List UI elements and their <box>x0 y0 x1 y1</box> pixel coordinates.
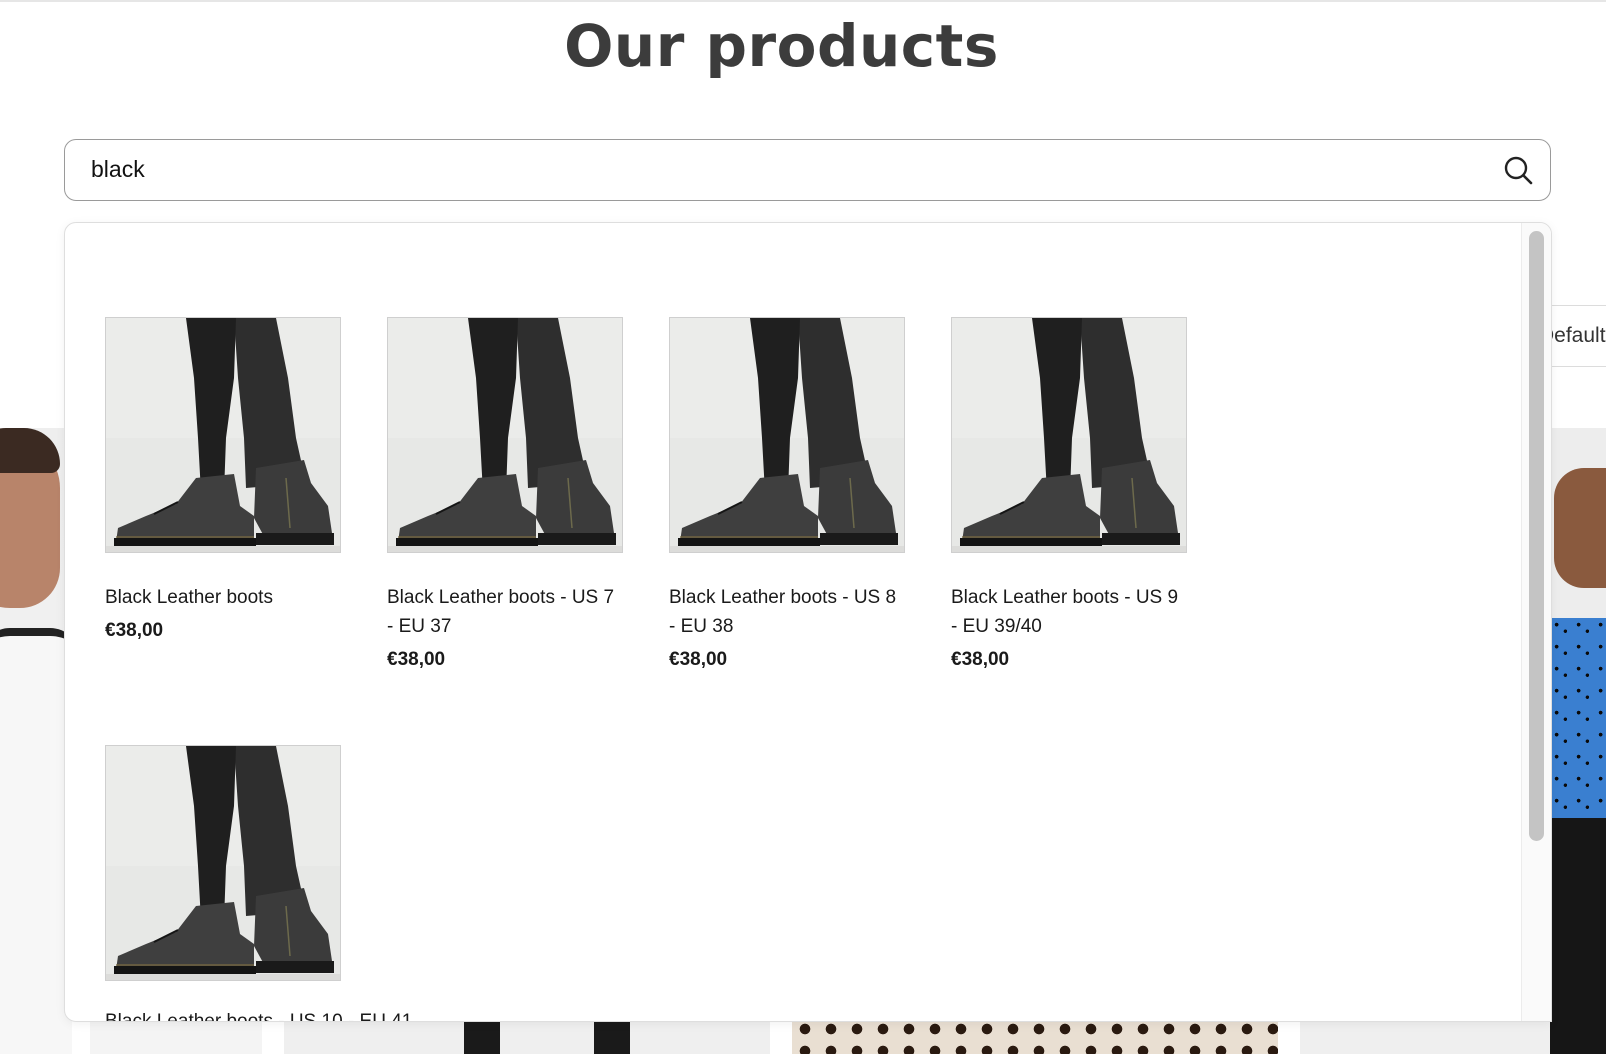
sort-select[interactable]: Default sorting <box>1546 305 1606 367</box>
search-results-dropdown: Black Leather boots €38,00 Black Leather … <box>64 222 1552 1022</box>
product-name[interactable]: Black Leather boots - US 10 - EU 41 <box>105 1011 412 1021</box>
scrollbar[interactable] <box>1521 223 1551 1021</box>
product-card-image[interactable] <box>792 1018 1278 1054</box>
sort-select-label: Default sorting <box>1547 324 1606 347</box>
product-card-image[interactable] <box>1550 428 1606 1054</box>
search-icon[interactable] <box>1502 154 1534 186</box>
product-card-image[interactable] <box>90 1018 262 1054</box>
scrollbar-thumb[interactable] <box>1529 231 1544 841</box>
product-price: €38,00 <box>951 649 1010 670</box>
product-result-card[interactable]: Black Leather boots - US 9 - EU 39/40 €38… <box>951 317 1187 671</box>
product-name[interactable]: Black Leather boots - US 8 - EU 38 <box>669 583 905 641</box>
search-bar <box>64 139 1551 201</box>
product-card-image[interactable] <box>284 1018 770 1054</box>
product-thumbnail[interactable] <box>669 317 905 553</box>
product-result-card[interactable] <box>105 745 341 981</box>
product-name[interactable]: Black Leather boots - US 7 - EU 37 <box>387 583 623 641</box>
product-result-card[interactable]: Black Leather boots €38,00 <box>105 317 341 642</box>
product-price: €38,00 <box>387 649 446 670</box>
product-card-image[interactable] <box>0 428 72 1054</box>
product-thumbnail[interactable] <box>951 317 1187 553</box>
product-thumbnail[interactable] <box>105 317 341 553</box>
product-name[interactable]: Black Leather boots - US 9 - EU 39/40 <box>951 583 1187 641</box>
product-thumbnail[interactable] <box>387 317 623 553</box>
product-card-image[interactable] <box>1300 1018 1550 1054</box>
top-divider <box>0 0 1606 2</box>
product-price: €38,00 <box>669 649 728 670</box>
product-name[interactable]: Black Leather boots <box>105 583 341 612</box>
product-result-card[interactable]: Black Leather boots - US 7 - EU 37 €38,00 <box>387 317 623 671</box>
product-price: €38,00 <box>105 620 164 641</box>
search-input[interactable] <box>91 140 1471 199</box>
product-thumbnail[interactable] <box>105 745 341 981</box>
product-result-card[interactable]: Black Leather boots - US 8 - EU 38 €38,00 <box>669 317 905 671</box>
page-title: Our products <box>564 12 999 80</box>
